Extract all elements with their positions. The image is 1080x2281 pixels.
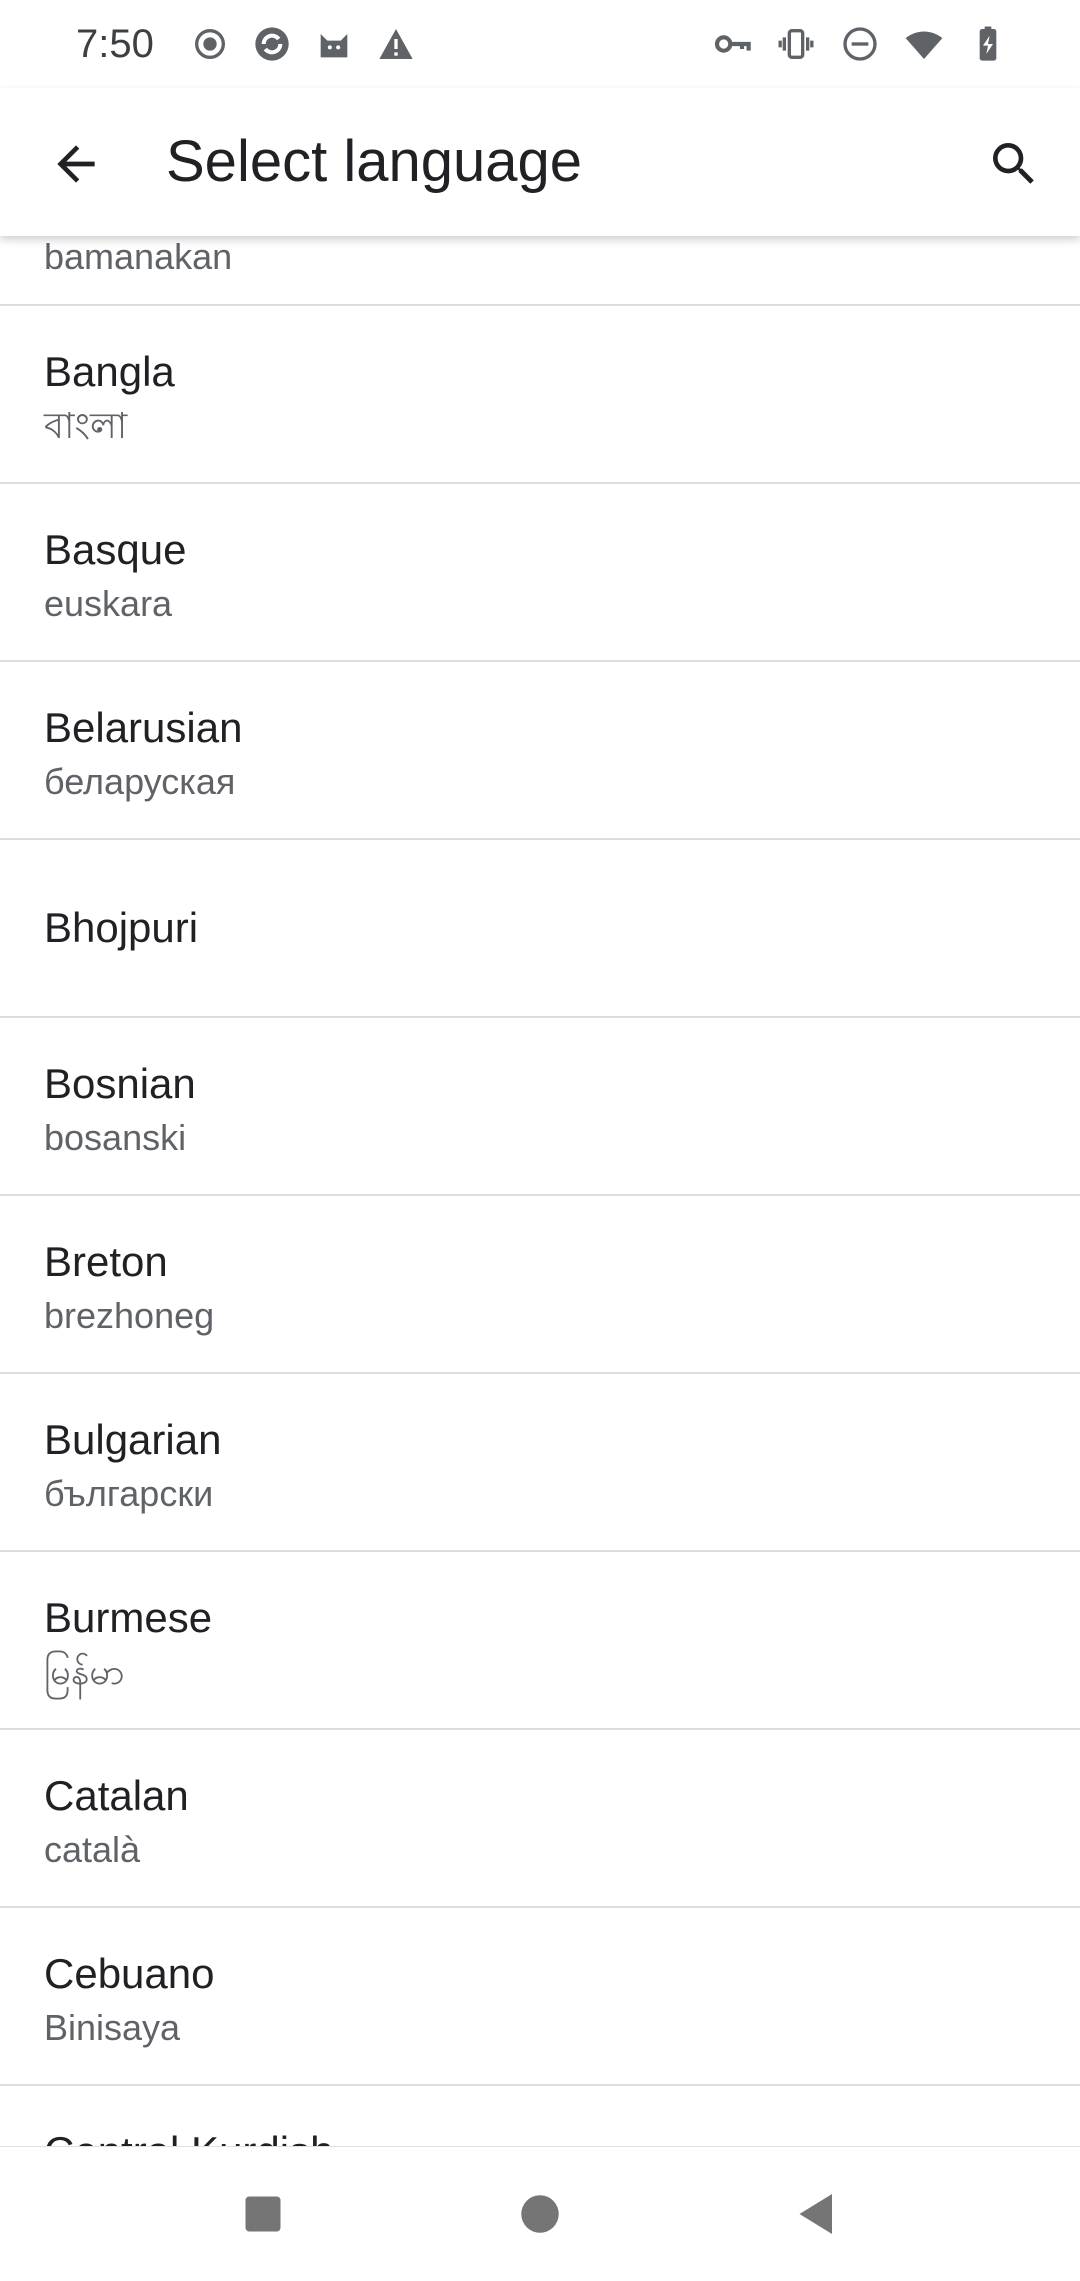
status-bar: 7:50 xyxy=(0,0,1080,88)
language-native-name: euskara xyxy=(44,583,173,624)
language-name: Bosnian xyxy=(44,1060,196,1107)
page-title: Select language xyxy=(166,129,582,194)
status-right-icons xyxy=(712,24,1008,64)
language-list: bamanakan Bangla বাংলা Basque euskara Be… xyxy=(0,236,1080,2146)
cat-icon xyxy=(314,24,354,64)
app-bar: Select language xyxy=(0,88,1080,236)
language-name: Bangla xyxy=(44,348,175,395)
wifi-icon xyxy=(904,24,944,64)
arrow-back-icon xyxy=(57,145,95,183)
battery-charging-icon xyxy=(968,24,1008,64)
language-name: Catalan xyxy=(44,1772,189,1819)
language-native-name: català xyxy=(44,1829,141,1870)
language-name: Cebuano xyxy=(44,1950,215,1997)
language-name: Breton xyxy=(44,1238,168,1285)
list-item-bhojpuri[interactable]: Bhojpuri xyxy=(0,840,1080,1018)
dnd-icon xyxy=(840,24,880,64)
language-name: Bulgarian xyxy=(44,1416,222,1463)
language-name: Basque xyxy=(44,526,187,573)
home-button[interactable] xyxy=(495,2169,585,2259)
search-button[interactable] xyxy=(970,120,1058,208)
list-item-bangla[interactable]: Bangla বাংলা xyxy=(0,306,1080,484)
search-icon xyxy=(993,143,1034,184)
vpn-key-icon xyxy=(712,24,752,64)
language-name: Belarusian xyxy=(44,704,243,751)
language-native-name: bosanski xyxy=(44,1117,187,1158)
recents-button[interactable] xyxy=(218,2169,308,2259)
vibrate-icon xyxy=(776,24,816,64)
back-triangle-icon xyxy=(799,2194,832,2234)
language-native-name: bamanakan xyxy=(44,236,233,277)
list-item-central-kurdish[interactable]: Central Kurdish xyxy=(0,2086,1080,2146)
status-left-icons xyxy=(190,24,416,64)
language-native-name: беларуская xyxy=(44,761,236,802)
record-icon xyxy=(190,24,230,64)
status-time: 7:50 xyxy=(76,21,154,66)
language-native-name: Binisaya xyxy=(44,2007,181,2048)
app-icon xyxy=(252,24,292,64)
system-nav-bar xyxy=(0,2146,1080,2281)
language-native-name: brezhoneg xyxy=(44,1295,215,1336)
home-circle-icon xyxy=(521,2195,559,2233)
recents-square-icon xyxy=(245,2196,281,2232)
language-name: Burmese xyxy=(44,1594,213,1641)
list-item-bosnian[interactable]: Bosnian bosanski xyxy=(0,1018,1080,1196)
list-item-cebuano[interactable]: Cebuano Binisaya xyxy=(0,1908,1080,2086)
nav-back-button[interactable] xyxy=(772,2169,862,2259)
list-item-bambara[interactable]: bamanakan xyxy=(0,236,1080,306)
list-item-belarusian[interactable]: Belarusian беларуская xyxy=(0,662,1080,840)
list-item-catalan[interactable]: Catalan català xyxy=(0,1730,1080,1908)
list-item-breton[interactable]: Breton brezhoneg xyxy=(0,1196,1080,1374)
language-name: Central Kurdish xyxy=(44,2126,333,2146)
list-item-burmese[interactable]: Burmese မြန်မာ xyxy=(0,1552,1080,1730)
language-native-name: বাংলা xyxy=(44,405,128,446)
list-item-bulgarian[interactable]: Bulgarian български xyxy=(0,1374,1080,1552)
warning-icon xyxy=(376,24,416,64)
language-native-name: မြန်မာ xyxy=(44,1651,125,1692)
language-native-name: български xyxy=(44,1473,214,1514)
language-name: Bhojpuri xyxy=(44,904,199,951)
back-button[interactable] xyxy=(32,120,120,208)
list-item-basque[interactable]: Basque euskara xyxy=(0,484,1080,662)
